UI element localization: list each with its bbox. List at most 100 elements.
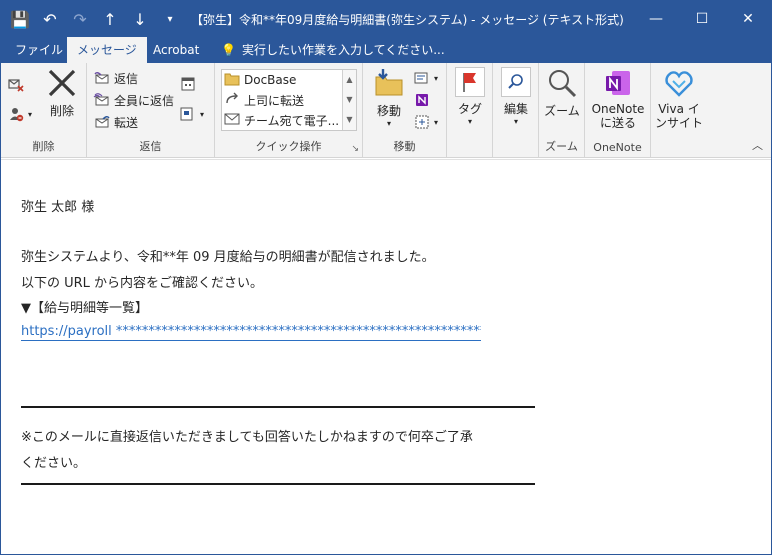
more-reply-button[interactable]: ▾: [179, 103, 204, 125]
tab-acrobat[interactable]: Acrobat: [143, 37, 209, 63]
edit-button[interactable]: 編集 ▾: [498, 67, 534, 126]
meeting-reply-button[interactable]: [179, 73, 197, 95]
edit-label: 編集: [503, 102, 528, 116]
minimize-button[interactable]: —: [633, 1, 679, 37]
quick-step-label: DocBase: [244, 73, 297, 87]
lightbulb-icon: 💡: [221, 43, 236, 57]
chevron-down-icon: ▾: [434, 73, 439, 83]
scroll-down-icon[interactable]: ▼: [343, 90, 356, 110]
move-label: 移動: [376, 104, 401, 118]
redo-icon[interactable]: ↷: [69, 8, 91, 30]
tags-button[interactable]: タグ ▾: [452, 67, 488, 126]
restore-button[interactable]: ☐: [679, 1, 725, 37]
reply-group: 返信 全員に返信 転送 ▾ 返信: [87, 63, 215, 158]
edit-group: 編集 ▾: [493, 63, 539, 158]
next-item-icon[interactable]: ↓: [129, 8, 151, 30]
onenote-move-button[interactable]: [413, 89, 431, 111]
quick-steps-scrollbar[interactable]: ▲ ▼ ▼: [342, 70, 356, 130]
reply-button[interactable]: 返信: [93, 67, 138, 89]
chevron-down-icon: ▾: [434, 117, 439, 127]
body-line-2: 以下の URL から内容をご確認ください。: [21, 276, 264, 291]
delete-group: ▾ 削除 削除: [1, 63, 87, 158]
calendar-icon: [179, 75, 197, 93]
reply-icon: [93, 69, 111, 87]
chevron-down-icon: ▾: [467, 117, 472, 126]
flag-icon: [455, 67, 485, 97]
delete-group-label: 削除: [32, 140, 55, 153]
body-line-1: 弥生システムより、令和**年 09 月度給与の明細書が配信されました。: [21, 250, 435, 265]
delete-button[interactable]: 削除: [43, 67, 81, 119]
viva-insights-icon: [663, 67, 695, 99]
expand-gallery-icon[interactable]: ▼: [343, 110, 356, 130]
divider-top: [21, 406, 535, 408]
chevron-down-icon: ▾: [200, 109, 205, 119]
zoom-button[interactable]: ズーム: [542, 67, 582, 119]
search-icon: [501, 67, 531, 97]
move-button[interactable]: 移動 ▾: [369, 67, 409, 128]
junk-button[interactable]: ▾: [7, 103, 32, 125]
window-title: 【弥生】令和**年09月度給与明細書(弥生システム) - メッセージ (テキスト…: [191, 13, 624, 27]
reply-label: 返信: [114, 71, 139, 86]
send-to-onenote-button[interactable]: OneNote に送る: [589, 67, 647, 130]
quick-step-docbase[interactable]: DocBase: [224, 70, 342, 90]
quick-step-label: チーム宛て電子...: [244, 113, 340, 128]
junk-user-icon: [7, 105, 25, 123]
tab-message[interactable]: メッセージ: [67, 37, 147, 63]
link-underline: [21, 340, 481, 341]
title-bar: 💾 ↶ ↷ ↑ ↓ ▾ 【弥生】令和**年09月度給与明細書(弥生システム) -…: [1, 1, 771, 37]
viva-insights-label: Viva イ ンサイト: [654, 102, 703, 130]
quick-steps-group: DocBase 上司に転送 チーム宛て電子... ▲ ▼ ▼ クイック操作 ↘: [215, 63, 363, 158]
forward-icon: [93, 113, 111, 131]
envelope-icon: [224, 112, 240, 129]
move-group-label: 移動: [393, 140, 416, 153]
ribbon: ▾ 削除 削除 返信 全員に返信 転送 ▾ 返信 DocBase 上司に転送 チ…: [1, 63, 771, 158]
reply-all-icon: [93, 91, 111, 109]
customize-toolbar-icon[interactable]: ▾: [159, 8, 181, 30]
reply-all-button[interactable]: 全員に返信: [93, 89, 174, 111]
previous-item-icon[interactable]: ↑: [99, 8, 121, 30]
window-controls: — ☐ ✕: [633, 1, 771, 37]
folder-icon: [224, 72, 240, 89]
forward-label: 転送: [114, 115, 139, 130]
collapse-ribbon-icon[interactable]: ︿: [752, 137, 763, 153]
notice-line-2: ください。: [21, 456, 87, 471]
move-folder-icon: [373, 67, 405, 99]
tell-me-box[interactable]: 💡 実行したい作業を入力してください...: [221, 37, 445, 63]
onenote-group: OneNote に送る OneNote: [585, 63, 651, 158]
tags-group: タグ ▾: [447, 63, 493, 158]
save-icon[interactable]: 💾: [9, 8, 31, 30]
tell-me-placeholder: 実行したい作業を入力してください...: [241, 43, 445, 57]
greeting-text: 弥生 太郎 様: [21, 200, 95, 215]
rules-icon: [413, 69, 431, 87]
move-group: 移動 ▾ ▾ ▾ 移動: [363, 63, 447, 158]
viva-insights-button[interactable]: Viva イ ンサイト: [653, 67, 705, 130]
quick-step-forward-boss[interactable]: 上司に転送: [224, 90, 342, 110]
ignore-icon: [7, 75, 25, 93]
undo-icon[interactable]: ↶: [39, 8, 61, 30]
quick-access-toolbar: 💾 ↶ ↷ ↑ ↓ ▾: [9, 8, 181, 30]
zoom-magnifier-icon: [546, 67, 578, 99]
chevron-down-icon: ▾: [28, 109, 33, 119]
quick-steps-gallery: DocBase 上司に転送 チーム宛て電子... ▲ ▼ ▼: [221, 69, 357, 131]
dialog-launcher-icon[interactable]: ↘: [351, 144, 359, 154]
actions-button[interactable]: ▾: [413, 111, 438, 133]
onenote-small-icon: [413, 91, 431, 109]
tab-file[interactable]: ファイル: [5, 37, 73, 63]
actions-icon: [413, 113, 431, 131]
close-button[interactable]: ✕: [725, 1, 771, 37]
quick-step-team-email[interactable]: チーム宛て電子...: [224, 110, 342, 130]
scroll-up-icon[interactable]: ▲: [343, 70, 356, 90]
quick-steps-group-label: クイック操作: [255, 140, 322, 153]
onenote-group-label: OneNote: [593, 141, 642, 154]
forward-arrow-icon: [224, 92, 240, 109]
rules-button[interactable]: ▾: [413, 67, 438, 89]
ignore-button[interactable]: [7, 73, 25, 95]
divider-bottom: [21, 483, 535, 485]
more-window-icon: [179, 105, 197, 123]
chevron-down-icon: ▾: [513, 117, 518, 126]
forward-button[interactable]: 転送: [93, 111, 138, 133]
chevron-down-icon: ▾: [386, 119, 391, 128]
payroll-link[interactable]: https://payroll ************************…: [21, 324, 481, 339]
zoom-group: ズーム ズーム: [539, 63, 585, 158]
zoom-label: ズーム: [544, 104, 580, 118]
